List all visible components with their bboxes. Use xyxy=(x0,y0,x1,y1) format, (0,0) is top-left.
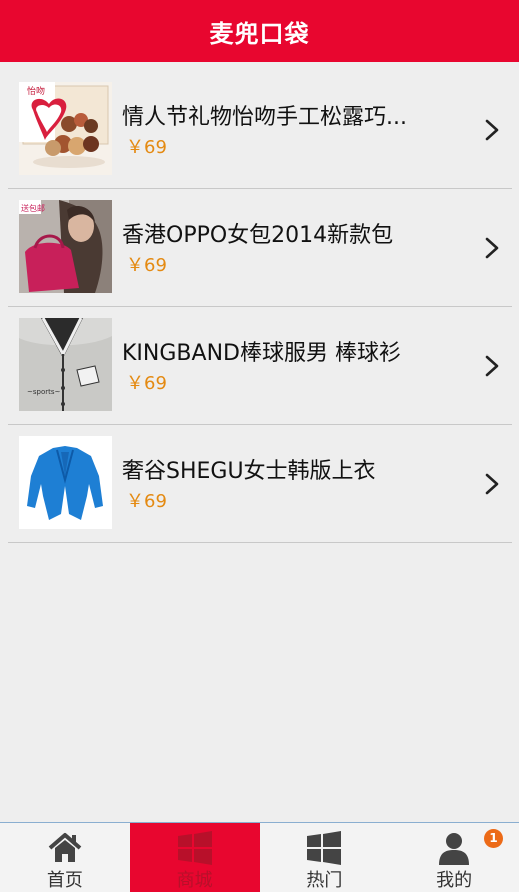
bottom-tab-bar: 首页 商城 热门 我的 xyxy=(0,822,519,892)
product-info: 奢谷SHEGU女士韩版上衣 ￥69 xyxy=(122,453,472,513)
tab-label: 热门 xyxy=(306,870,343,891)
app-header: 麦兜口袋 xyxy=(0,0,519,62)
product-list: 怡吻 情人节礼物怡吻手工松露巧... ￥69 送包邮 香港OPPO女包2014新… xyxy=(8,71,512,543)
page-title: 麦兜口袋 xyxy=(209,19,310,48)
product-title: 奢谷SHEGU女士韩版上衣 xyxy=(122,459,376,484)
product-thumbnail-cardigan xyxy=(19,436,112,529)
product-title: KINGBAND棒球服男 棒球衫 xyxy=(122,341,401,366)
product-info: 香港OPPO女包2014新款包 ￥69 xyxy=(122,217,472,277)
product-title: 情人节礼物怡吻手工松露巧... xyxy=(122,105,407,130)
tab-label: 首页 xyxy=(46,870,83,891)
tab-label: 我的 xyxy=(436,870,473,891)
tab-home[interactable]: 首页 xyxy=(0,823,130,892)
product-price: ￥69 xyxy=(126,137,167,158)
tab-mall[interactable]: 商城 xyxy=(129,823,260,892)
notification-badge: 1 xyxy=(484,829,503,848)
product-price: ￥69 xyxy=(126,491,167,512)
product-item[interactable]: 奢谷SHEGU女士韩版上衣 ￥69 xyxy=(8,425,512,543)
product-item[interactable]: ~sports~ KINGBAND棒球服男 棒球衫 ￥69 xyxy=(8,307,512,425)
chevron-right-icon xyxy=(485,119,499,141)
product-price: ￥69 xyxy=(126,373,167,394)
product-item[interactable]: 怡吻 情人节礼物怡吻手工松露巧... ￥69 xyxy=(8,71,512,189)
tab-hot[interactable]: 热门 xyxy=(260,823,390,892)
tab-label: 商城 xyxy=(176,870,213,891)
chevron-right-icon xyxy=(485,473,499,495)
svg-text:送包邮: 送包邮 xyxy=(21,203,45,213)
svg-text:~sports~: ~sports~ xyxy=(27,388,61,396)
svg-text:怡吻: 怡吻 xyxy=(27,85,45,97)
product-thumbnail-handbag: 送包邮 xyxy=(19,200,112,293)
home-icon xyxy=(48,833,82,862)
product-price: ￥69 xyxy=(126,255,167,276)
windows-icon xyxy=(307,831,342,865)
product-thumbnail-chocolate: 怡吻 xyxy=(19,82,112,175)
windows-icon xyxy=(177,831,212,865)
product-item[interactable]: 送包邮 香港OPPO女包2014新款包 ￥69 xyxy=(8,189,512,307)
product-thumbnail-baseball-jacket: ~sports~ xyxy=(19,318,112,411)
chevron-right-icon xyxy=(485,355,499,377)
user-icon xyxy=(439,833,470,865)
product-info: 情人节礼物怡吻手工松露巧... ￥69 xyxy=(122,99,472,159)
product-title: 香港OPPO女包2014新款包 xyxy=(122,223,394,248)
chevron-right-icon xyxy=(485,237,499,259)
product-info: KINGBAND棒球服男 棒球衫 ￥69 xyxy=(122,335,472,395)
